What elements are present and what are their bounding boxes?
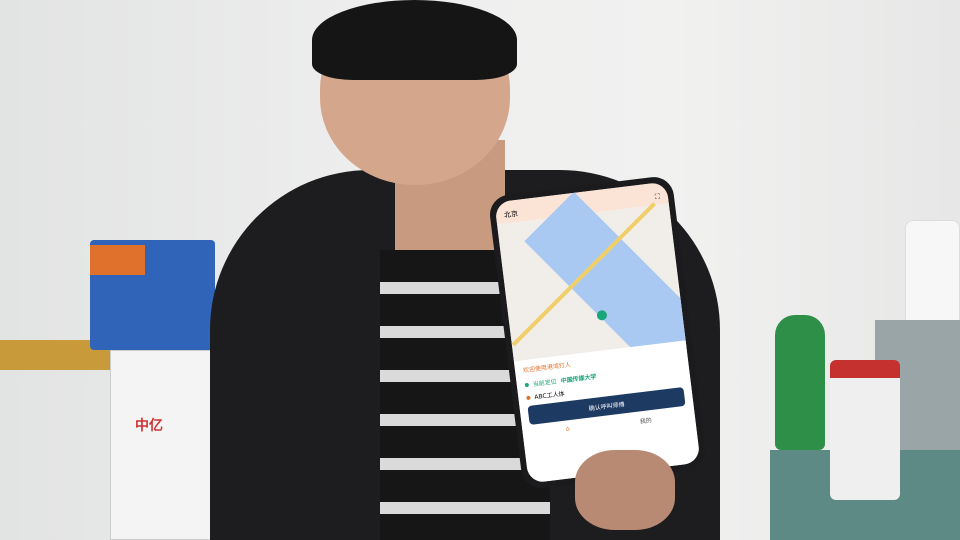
pickup-dot-icon <box>524 382 530 387</box>
hand <box>575 450 675 530</box>
phone-screen: 北京 ⛶ 欢迎使用港湾打人 当前定位 中国传媒大学 ABC工人体 确认呼叫师傅 … <box>494 181 701 484</box>
orange-machine-part <box>90 245 145 275</box>
plastic-jug <box>905 220 960 335</box>
person-hair <box>312 0 517 80</box>
smartphone: 北京 ⛶ 欢迎使用港湾打人 当前定位 中国传媒大学 ABC工人体 确认呼叫师傅 … <box>487 174 708 491</box>
destination-place: ABC工人体 <box>534 390 565 402</box>
destination-dot-icon <box>526 395 531 400</box>
freezer <box>110 350 220 540</box>
red-lid-jars <box>830 360 900 500</box>
map-view[interactable] <box>497 191 701 376</box>
pickup-label: 当前定位 <box>532 378 558 389</box>
scan-icon[interactable]: ⛶ <box>655 192 661 202</box>
home-icon[interactable]: ⌂ <box>565 425 570 434</box>
tab-me[interactable]: 我的 <box>639 415 652 425</box>
green-bottle <box>775 315 825 450</box>
pickup-place: 中国传媒大学 <box>560 373 597 385</box>
city-selector[interactable]: 北京 <box>503 209 519 221</box>
freezer-logo: 中亿 <box>135 418 163 434</box>
